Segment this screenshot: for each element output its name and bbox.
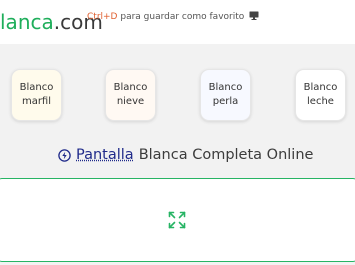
- monitor-icon: [249, 11, 259, 23]
- card-blanco-leche[interactable]: Blanco leche: [295, 69, 346, 121]
- page-title: Pantalla Blanca Completa Online: [58, 147, 313, 163]
- favorite-hint: Ctrl+D para guardar como favorito: [87, 11, 259, 23]
- card-label-line2: marfil: [21, 96, 52, 107]
- title-rest: Blanca Completa Online: [138, 147, 314, 163]
- shortcut-keys: Ctrl+D: [87, 12, 118, 22]
- bolt-icon: [58, 148, 71, 162]
- card-label-line1: Blanco: [303, 82, 338, 93]
- card-label-line2: perla: [212, 96, 239, 107]
- expand-icon[interactable]: [168, 211, 186, 229]
- card-blanco-perla[interactable]: Blanco perla: [200, 69, 251, 121]
- card-label-line1: Blanco: [208, 82, 243, 93]
- card-label-line1: Blanco: [19, 82, 54, 93]
- card-blanco-marfil[interactable]: Blanco marfil: [11, 69, 62, 121]
- top-bar: lanca.com Ctrl+D para guardar como favor…: [0, 0, 355, 44]
- card-label-line1: Blanco: [113, 82, 148, 93]
- logo-main: lanca: [0, 10, 54, 34]
- shortcut-text: para guardar como favorito: [117, 12, 245, 22]
- card-label-line2: nieve: [116, 96, 145, 107]
- card-label-line2: leche: [307, 96, 334, 107]
- card-blanco-nieve[interactable]: Blanco nieve: [105, 69, 156, 121]
- pantalla-link[interactable]: Pantalla: [76, 147, 134, 163]
